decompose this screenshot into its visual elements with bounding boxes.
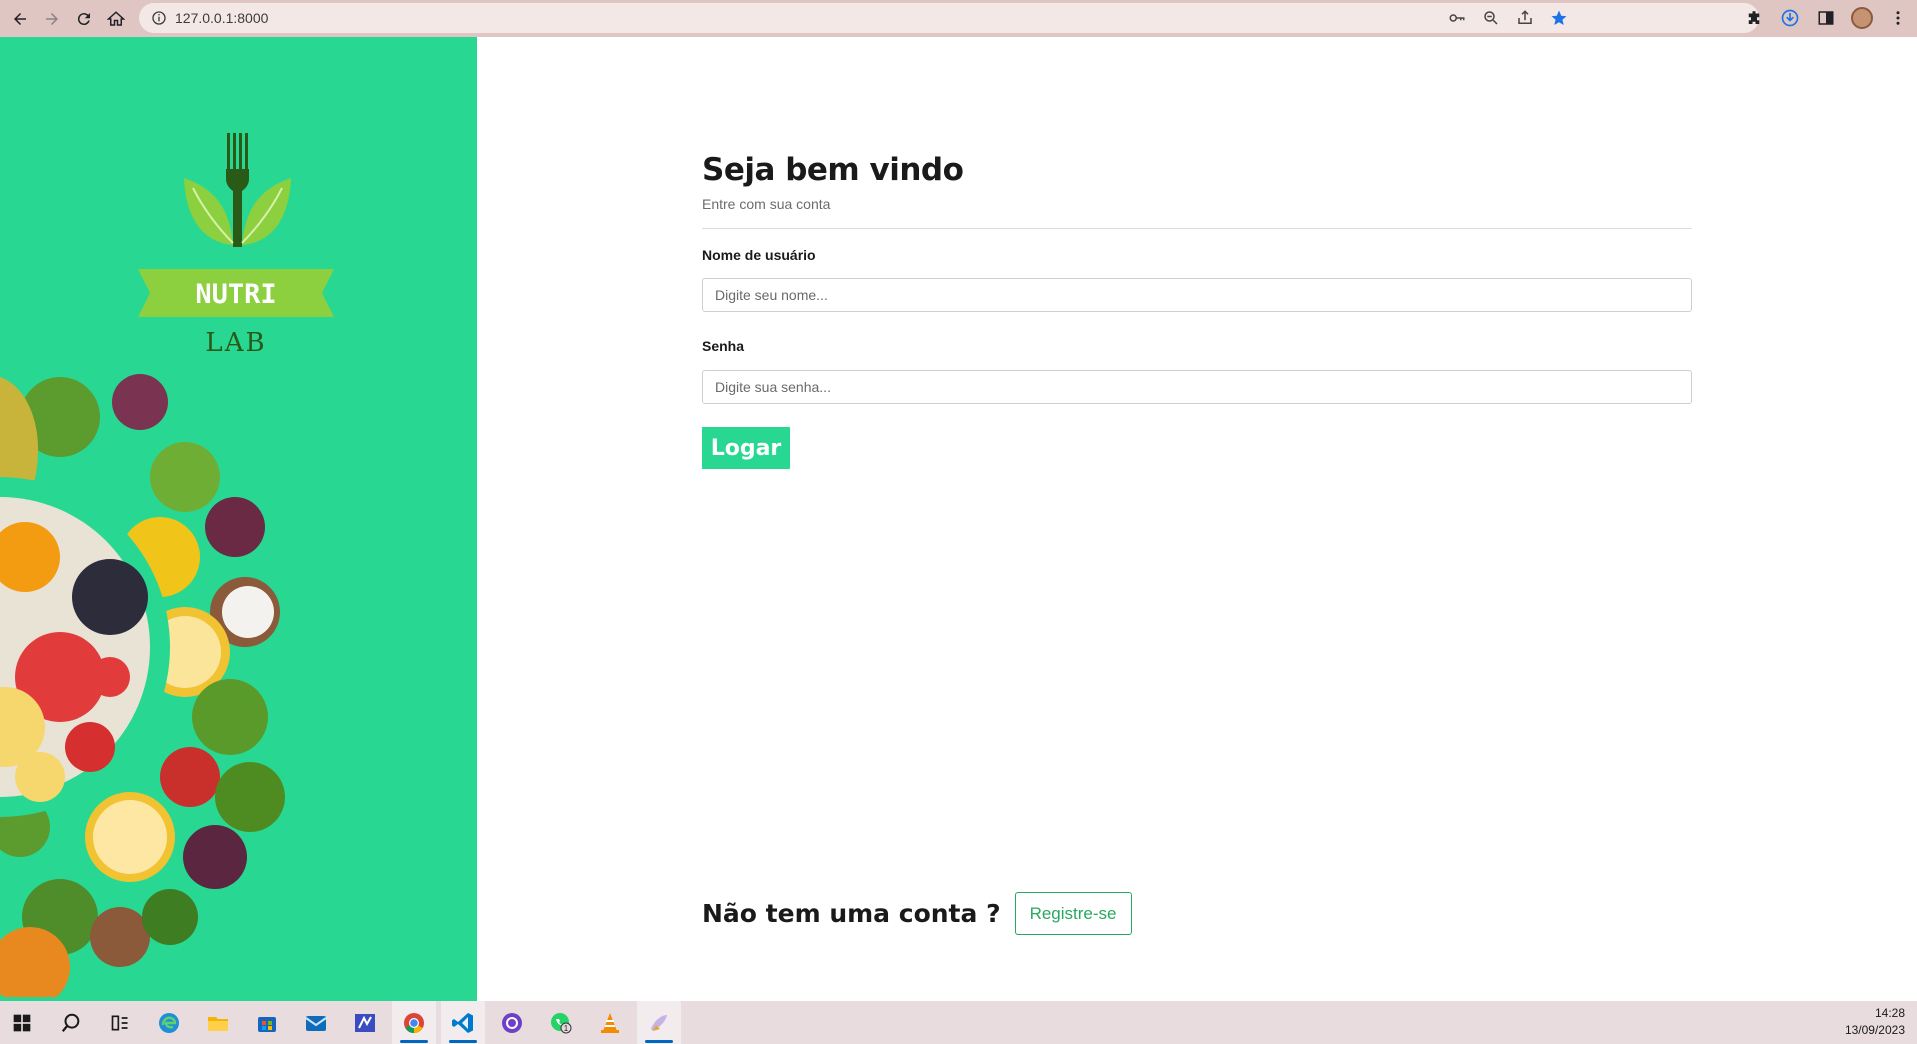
arrow-right-icon <box>46 12 58 25</box>
login-form-area: Seja bem vindo Entre com sua conta Nome … <box>702 37 1692 1001</box>
clock-time: 14:28 <box>1874 1006 1905 1020</box>
password-input[interactable] <box>702 370 1692 404</box>
home-button[interactable] <box>101 4 131 34</box>
paint-icon[interactable] <box>637 1001 681 1044</box>
password-label: Senha <box>702 338 745 354</box>
share-icon[interactable] <box>1515 8 1535 28</box>
back-button[interactable] <box>5 4 35 34</box>
avatar[interactable] <box>1851 4 1873 32</box>
page-subtitle: Entre com sua conta <box>702 196 831 212</box>
brand-panel: NUTRI LAB <box>0 37 477 1001</box>
username-input[interactable] <box>702 278 1692 312</box>
nutrilab-logo: NUTRI LAB <box>138 133 334 358</box>
address-bar[interactable]: 127.0.0.1:8000 <box>139 3 1759 33</box>
store-icon[interactable] <box>245 1001 289 1044</box>
github-desktop-icon[interactable] <box>490 1001 534 1044</box>
logo-text-nutri: NUTRI <box>195 279 276 310</box>
vscode-icon[interactable] <box>441 1001 485 1044</box>
username-label: Nome de usuário <box>702 247 816 263</box>
forward-button[interactable] <box>37 4 67 34</box>
reload-button[interactable] <box>69 4 99 34</box>
menu-icon[interactable] <box>1887 4 1909 32</box>
mail-icon[interactable] <box>294 1001 338 1044</box>
reload-icon <box>77 12 90 25</box>
vegetables-illustration <box>0 374 285 997</box>
system-clock[interactable]: 14:28 13/09/2023 <box>1845 1005 1905 1039</box>
side-panel-icon[interactable] <box>1815 4 1837 32</box>
register-question: Não tem uma conta ? <box>702 899 1001 928</box>
url-text[interactable]: 127.0.0.1:8000 <box>175 10 268 26</box>
key-icon[interactable] <box>1447 8 1467 28</box>
whatsapp-badge: 1 <box>564 1024 569 1033</box>
edge-icon[interactable] <box>147 1001 191 1044</box>
info-icon[interactable] <box>151 10 167 26</box>
windows-icon <box>13 1014 31 1031</box>
register-button[interactable]: Registre-se <box>1014 892 1132 935</box>
start-button[interactable] <box>0 1001 44 1044</box>
page-title: Seja bem vindo <box>702 152 964 188</box>
whatsapp-icon[interactable]: 1 <box>539 1001 583 1044</box>
chrome-icon[interactable] <box>392 1001 436 1044</box>
file-explorer-icon[interactable] <box>196 1001 240 1044</box>
clock-date: 13/09/2023 <box>1844 1023 1905 1037</box>
vlc-icon[interactable] <box>588 1001 632 1044</box>
divider <box>702 228 1692 229</box>
arrow-left-icon <box>14 12 26 25</box>
bookmark-star-icon[interactable] <box>1549 8 1569 28</box>
editor-app-icon[interactable] <box>343 1001 387 1044</box>
register-row: Não tem uma conta ? Registre-se <box>702 892 1132 935</box>
extensions-icon[interactable] <box>1743 4 1765 32</box>
logo-text-lab: LAB <box>205 328 266 358</box>
taskbar: 1 14:28 13/09/2023 <box>0 1001 1917 1044</box>
browser-toolbar: 127.0.0.1:8000 <box>0 0 1917 37</box>
login-button[interactable]: Logar <box>702 427 790 469</box>
task-view-icon[interactable] <box>98 1001 142 1044</box>
download-icon[interactable] <box>1779 4 1801 32</box>
home-icon <box>107 10 125 26</box>
search-icon[interactable] <box>49 1001 93 1044</box>
zoom-icon[interactable] <box>1481 8 1501 28</box>
